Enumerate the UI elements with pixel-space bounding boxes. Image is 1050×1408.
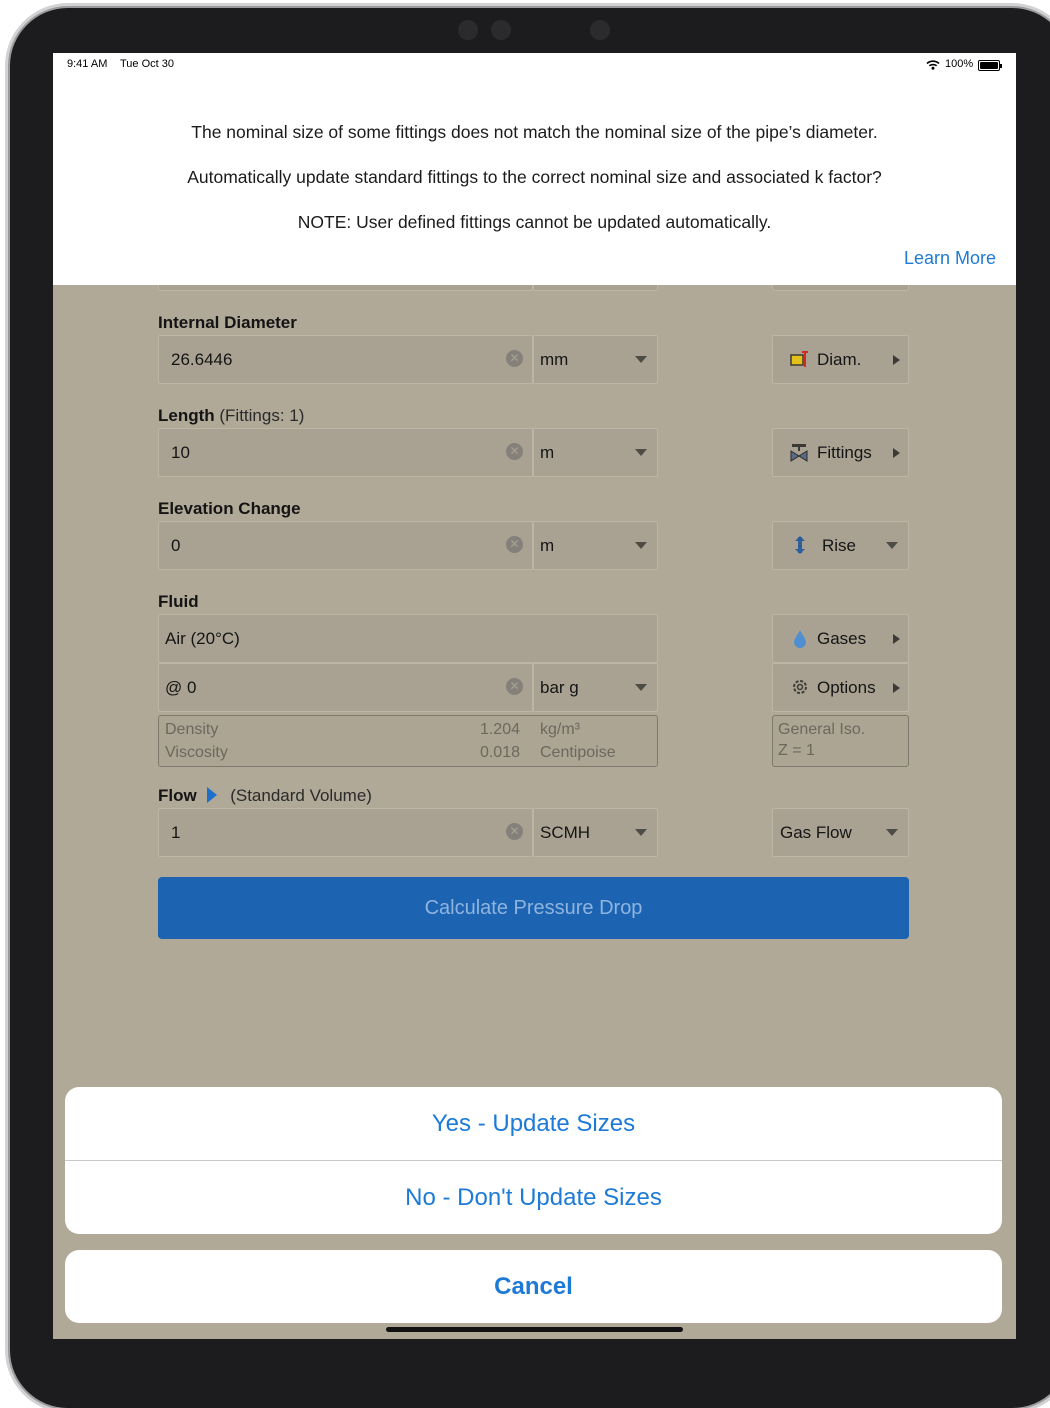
pressure-value: @ 0: [165, 678, 196, 698]
pressure-input[interactable]: @ 0 ✕: [158, 663, 533, 712]
chevron-down-icon: [635, 542, 647, 549]
camera-icon: [458, 20, 478, 40]
home-indicator[interactable]: [386, 1327, 683, 1332]
chevron-down-icon: [635, 449, 647, 456]
internal-diameter-label: Internal Diameter: [158, 313, 297, 332]
flow-type: (Standard Volume): [230, 786, 372, 805]
learn-more-link[interactable]: Learn More: [904, 248, 996, 269]
status-date: Tue Oct 30: [120, 58, 175, 70]
no-dont-update-sizes-button[interactable]: No - Don't Update Sizes: [65, 1161, 1002, 1234]
density-unit: kg/m³: [540, 721, 580, 738]
length-unit-select[interactable]: m: [533, 428, 658, 477]
diam-button[interactable]: Diam.: [772, 335, 909, 384]
rise-arrow-icon: [795, 536, 805, 554]
gas-drop-icon: [794, 630, 806, 648]
sensor-icon: [491, 20, 511, 40]
fluid-properties-box: Density 1.204 kg/m³ Viscosity 0.018 Cent…: [158, 715, 658, 767]
gas-flow-label: Gas Flow: [780, 823, 852, 842]
alert-message-line1: The nominal size of some fittings does n…: [191, 122, 878, 142]
internal-diameter-value: 26.6446: [171, 350, 233, 369]
length-label-text: Length: [158, 406, 215, 425]
wifi-icon: [926, 60, 940, 70]
valve-icon: [790, 444, 808, 462]
z-factor: Z = 1: [778, 742, 815, 759]
action-sheet-options: Yes - Update Sizes No - Don't Update Siz…: [65, 1087, 1002, 1234]
compressibility-box: General Iso. Z = 1: [772, 715, 909, 767]
fittings-button-label: Fittings: [817, 443, 872, 462]
diameter-unit-select[interactable]: mm: [533, 335, 658, 384]
clear-icon[interactable]: ✕: [506, 536, 523, 553]
battery-percent: 100%: [945, 58, 974, 70]
gases-button-label: Gases: [817, 629, 867, 648]
chevron-down-icon: [635, 829, 647, 836]
alert-note: NOTE: User defined fittings cannot be up…: [297, 212, 772, 232]
rise-button-label: Rise: [822, 536, 857, 555]
screen: Internal Diameter 26.6446 ✕ mm Diam. Len…: [53, 53, 1016, 1339]
chevron-down-icon: [635, 356, 647, 363]
alert-header: 9:41 AM Tue Oct 30 100% The nominal size…: [53, 53, 1016, 285]
fluid-label: Fluid: [158, 592, 199, 611]
options-button[interactable]: Options: [772, 663, 909, 712]
flow-label-text: Flow: [158, 786, 197, 805]
pressure-unit-select[interactable]: bar g: [533, 663, 658, 712]
flow-input[interactable]: 1 ✕: [158, 808, 533, 857]
pipe-diameter-icon: [790, 351, 808, 367]
elevation-label: Elevation Change: [158, 499, 301, 518]
internal-diameter-input[interactable]: 26.6446 ✕: [158, 335, 533, 384]
chevron-right-icon: [893, 448, 900, 458]
flow-label: Flow (Standard Volume): [158, 786, 372, 806]
flow-unit-value: SCMH: [540, 823, 591, 842]
elevation-input[interactable]: 0 ✕: [158, 521, 533, 570]
iso-label: General Iso.: [778, 721, 866, 738]
chevron-right-icon: [893, 634, 900, 644]
chevron-down-icon: [635, 684, 647, 691]
viscosity-label: Viscosity: [165, 744, 228, 761]
length-unit-value: m: [540, 443, 555, 462]
rise-button[interactable]: Rise: [772, 521, 909, 570]
sensor-icon: [590, 20, 610, 40]
yes-update-sizes-button[interactable]: Yes - Update Sizes: [65, 1087, 1002, 1160]
pressure-unit-value: bar g: [540, 678, 579, 697]
elevation-value: 0: [171, 536, 181, 555]
alert-message-line2: Automatically update standard fittings t…: [187, 167, 882, 187]
flow-unit-select[interactable]: SCMH: [533, 808, 658, 857]
fluid-name: Air (20°C): [165, 629, 240, 648]
viscosity-value: 0.018: [479, 744, 520, 761]
fittings-button[interactable]: Fittings: [772, 428, 909, 477]
density-label: Density: [165, 721, 219, 738]
chevron-right-icon: [893, 683, 900, 693]
diam-button-label: Diam.: [817, 350, 862, 369]
gases-button[interactable]: Gases: [772, 614, 909, 663]
pressure-prefix: @: [165, 678, 183, 697]
chevron-down-icon: [886, 829, 898, 836]
density-value: 1.204: [479, 721, 520, 738]
gear-icon: [793, 680, 807, 694]
calculate-pressure-drop-button[interactable]: Calculate Pressure Drop: [158, 877, 909, 939]
clear-icon[interactable]: ✕: [506, 823, 523, 840]
flow-expand-icon[interactable]: [207, 787, 218, 803]
viscosity-unit: Centipoise: [540, 744, 616, 761]
fittings-count: (Fittings: 1): [219, 406, 305, 425]
flow-value: 1: [171, 823, 181, 842]
chevron-down-icon: [886, 542, 898, 549]
cancel-button[interactable]: Cancel: [65, 1250, 1002, 1323]
fluid-name-field[interactable]: Air (20°C): [158, 614, 658, 663]
diameter-unit-value: mm: [540, 350, 569, 369]
pressure-number: 0: [187, 678, 197, 697]
clear-icon[interactable]: ✕: [506, 350, 523, 367]
length-label: Length (Fittings: 1): [158, 406, 304, 426]
gas-flow-select[interactable]: Gas Flow: [772, 808, 909, 857]
action-sheet-cancel: Cancel: [65, 1250, 1002, 1323]
clear-icon[interactable]: ✕: [506, 678, 523, 695]
elevation-unit-select[interactable]: m: [533, 521, 658, 570]
clear-icon[interactable]: ✕: [506, 443, 523, 460]
length-input[interactable]: 10 ✕: [158, 428, 533, 477]
length-value: 10: [171, 443, 190, 462]
status-time: 9:41 AM: [67, 58, 108, 70]
chevron-right-icon: [893, 355, 900, 365]
battery-icon: [978, 60, 1002, 71]
options-button-label: Options: [817, 678, 876, 697]
elevation-unit-value: m: [540, 536, 555, 555]
